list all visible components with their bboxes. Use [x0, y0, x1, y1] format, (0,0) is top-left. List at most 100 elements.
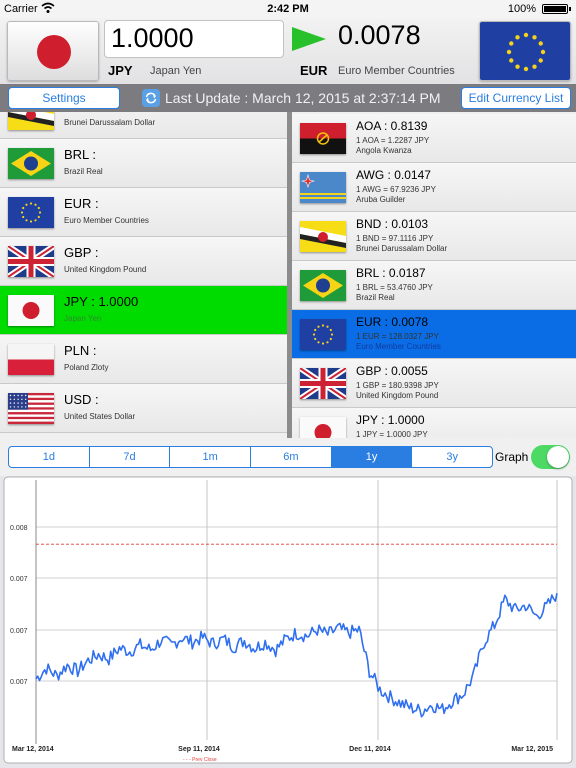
clock-time: 2:42 PM: [267, 3, 309, 15]
currency-name: United Kingdom Pound: [356, 391, 439, 400]
toolbar: Settings Last Update : March 12, 2015 at…: [0, 84, 576, 112]
currency-name: United Kingdom Pound: [64, 265, 147, 274]
currency-name: Brunei Darussalam Dollar: [356, 244, 448, 253]
flag-thumbnail: [300, 319, 346, 350]
currency-title: BND :: [64, 112, 99, 113]
flag-thumbnail: [300, 221, 346, 252]
currency-title: PLN :: [64, 343, 97, 358]
currency-name: Japan Yen: [64, 314, 102, 323]
currency-name: Aruba Guilder: [356, 195, 406, 204]
last-update-label: Last Update : March 12, 2015 at 2:37:14 …: [165, 90, 441, 106]
to-flag-button[interactable]: [479, 21, 571, 81]
currency-name: Brazil Real: [64, 167, 103, 176]
plot-area: [36, 480, 557, 740]
currency-name: Euro Member Countries: [356, 342, 441, 351]
currency-name: United States Dollar: [64, 412, 136, 421]
graph-toggle-label: Graph: [495, 450, 529, 464]
range-segmented-control[interactable]: 1d 7d 1m 6m 1y 3y: [8, 446, 493, 468]
currency-name: Euro Member Countries: [64, 216, 149, 225]
amount-input[interactable]: 1.0000: [104, 20, 284, 58]
flag-thumbnail: [300, 417, 346, 438]
target-currency-row[interactable]: JPY : 1.00001 JPY = 1.0000 JPYJapan Yen: [292, 408, 576, 438]
x-tick-label: Mar 12, 2015: [511, 746, 553, 753]
base-currency-row[interactable]: PLN : Poland Zloty: [0, 335, 287, 384]
x-tick-label: Dec 11, 2014: [349, 746, 391, 753]
currency-rate: 1 EUR = 128.0327 JPY: [356, 332, 439, 341]
battery-icon: [542, 4, 571, 14]
range-tab-1y[interactable]: 1y: [331, 447, 413, 467]
range-bar: 1d 7d 1m 6m 1y 3y Graph: [0, 438, 576, 476]
currency-rate: 1 JPY = 1.0000 JPY: [356, 430, 428, 438]
prev-close-legend: - - - Prev Close: [183, 757, 217, 763]
poland-flag-icon: [8, 344, 54, 375]
flag-thumbnail: [8, 295, 54, 326]
currency-title: EUR :: [64, 196, 99, 211]
y-tick-label: 0.007: [10, 679, 28, 686]
range-tab-7d[interactable]: 7d: [90, 447, 171, 467]
japan-flag-icon: [8, 295, 54, 326]
range-tab-6m[interactable]: 6m: [251, 447, 332, 467]
flag-thumbnail: [300, 368, 346, 399]
currency-title: BND : 0.0103: [356, 217, 429, 231]
flag-thumbnail: [8, 148, 54, 179]
target-currency-row[interactable]: EUR : 0.0078 1 EUR = 128.0327 JPY Euro Mem…: [292, 310, 576, 359]
toggle-knob: [547, 446, 569, 468]
flag-thumbnail: [8, 344, 54, 375]
converter-header: 1.0000 JPY Japan Yen 0.0078 EUR Euro Mem…: [0, 18, 576, 84]
flag-thumbnail: [300, 123, 346, 154]
uk-flag-icon: [300, 368, 346, 399]
eu-flag-icon: [480, 22, 570, 80]
flag-thumbnail: [8, 393, 54, 424]
base-currency-row[interactable]: BND : Brunei Darussalam Dollar: [0, 112, 287, 139]
edit-currency-list-button[interactable]: Edit Currency List: [461, 87, 571, 109]
flag-thumbnail: [300, 172, 346, 203]
currency-name: Poland Zloty: [64, 363, 109, 372]
currency-rate: 1 BND = 97.1116 JPY: [356, 234, 434, 243]
target-currency-row[interactable]: AWG : 0.0147 1 AWG = 67.9236 JPY Aruba Gui…: [292, 163, 576, 212]
x-tick-label: Sep 11, 2014: [178, 746, 220, 753]
eu-flag-icon: [300, 319, 346, 350]
base-currency-row[interactable]: BRL : Brazil Real: [0, 139, 287, 188]
target-currency-row[interactable]: AOA : 0.8139 1 AOA = 1.2287 JPY Angola Kwa…: [292, 114, 576, 163]
from-flag-button[interactable]: [7, 21, 99, 81]
currency-title: GBP :: [64, 245, 99, 260]
angola-flag-icon: [300, 123, 346, 154]
base-currency-row[interactable]: GBP : United Kingdom Pound: [0, 237, 287, 286]
base-currency-row[interactable]: EUR : Euro Member Countries: [0, 188, 287, 237]
base-currency-row[interactable]: USD : United States Dollar: [0, 384, 287, 433]
settings-button[interactable]: Settings: [8, 87, 120, 109]
aruba-flag-icon: [300, 172, 346, 203]
target-currency-row[interactable]: GBP : 0.0055 1 GBP = 180.9398 JPY United K…: [292, 359, 576, 408]
currency-title: BRL :: [64, 147, 97, 162]
japan-flag-icon: [300, 417, 346, 438]
status-bar: Carrier 2:42 PM 100%: [0, 0, 576, 18]
flag-thumbnail: [8, 246, 54, 277]
base-currency-list[interactable]: BND : Brunei Darussalam Dollar BRL : Brazil…: [0, 112, 287, 438]
to-currency-code: EUR: [300, 63, 328, 78]
brunei-flag-icon: [300, 221, 346, 252]
eu-flag-icon: [8, 197, 54, 228]
y-tick-label: 0.007: [10, 576, 28, 583]
from-currency-name: Japan Yen: [150, 65, 202, 77]
target-currency-row[interactable]: BRL : 0.0187 1 BRL = 53.4760 JPY Brazil Re…: [292, 261, 576, 310]
y-tick-label: 0.008: [10, 525, 28, 532]
y-tick-label: 0.007: [10, 628, 28, 635]
uk-flag-icon: [8, 246, 54, 277]
target-currency-list[interactable]: AOA : 0.8139 1 AOA = 1.2287 JPY Angola Kwa…: [292, 112, 576, 438]
currency-title: JPY : 1.0000: [64, 294, 139, 309]
range-tab-3y[interactable]: 3y: [412, 447, 492, 467]
refresh-icon[interactable]: [142, 89, 160, 107]
currency-title: BRL : 0.0187: [356, 266, 426, 280]
brunei-flag-icon: [8, 112, 54, 130]
flag-thumbnail: [8, 197, 54, 228]
target-currency-row[interactable]: BND : 0.0103 1 BND = 97.1116 JPY Brunei Da…: [292, 212, 576, 261]
currency-rate: 1 AWG = 67.9236 JPY: [356, 185, 436, 194]
currency-rate: 1 AOA = 1.2287 JPY: [356, 136, 430, 145]
usa-flag-icon: [8, 393, 54, 424]
to-currency-name: Euro Member Countries: [338, 65, 455, 77]
range-tab-1m[interactable]: 1m: [170, 447, 252, 467]
base-currency-row[interactable]: JPY : 1.0000 Japan Yen: [0, 286, 287, 335]
graph-toggle[interactable]: [531, 445, 570, 469]
converted-amount: 0.0078: [338, 20, 421, 50]
range-tab-1d[interactable]: 1d: [9, 447, 90, 467]
